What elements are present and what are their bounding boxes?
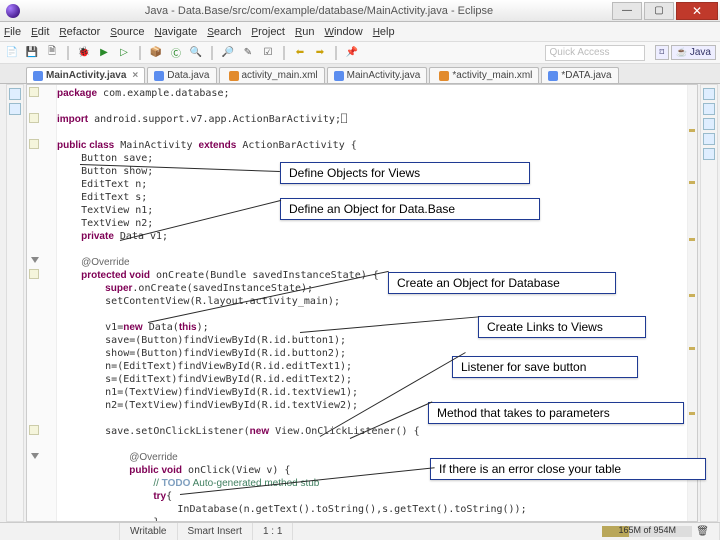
code-editor[interactable]: package com.example.database; import and… bbox=[26, 84, 698, 522]
override-marker-icon bbox=[31, 453, 39, 459]
window-title: Java - Data.Base/src/com/example/databas… bbox=[26, 5, 612, 17]
menu-navigate[interactable]: Navigate bbox=[155, 26, 198, 38]
hierarchy-icon[interactable] bbox=[9, 103, 21, 115]
gc-icon[interactable]: 🗑 bbox=[696, 526, 709, 537]
xml-file-icon bbox=[229, 71, 239, 81]
tab-label: *DATA.java bbox=[561, 70, 611, 81]
menu-bar: File Edit Refactor Source Navigate Search Proj… bbox=[0, 22, 720, 42]
fold-marker-icon[interactable] bbox=[29, 139, 39, 149]
menu-source[interactable]: Source bbox=[110, 26, 144, 38]
pin-icon[interactable]: 📌 bbox=[344, 45, 360, 61]
task-icon[interactable]: ☑ bbox=[260, 45, 276, 61]
main-toolbar: 📄 💾 🗎 🐞 ▶ ▷ 📦 Ⓒ 🔍 🔎 ✎ ☑ ⬅ ➡ 📌 Quick Acce… bbox=[0, 42, 720, 64]
open-perspective-button[interactable]: ⌑ bbox=[655, 45, 670, 60]
annotation-callout: Define Objects for Views bbox=[280, 162, 530, 184]
menu-window[interactable]: Window bbox=[324, 26, 362, 38]
annotation-callout: Define an Object for Data.Base bbox=[280, 198, 540, 220]
java-file-icon bbox=[33, 71, 43, 81]
save-icon[interactable]: 💾 bbox=[24, 45, 40, 61]
tab-label: Data.java bbox=[167, 70, 209, 81]
annotation-callout: Listener for save button bbox=[452, 356, 638, 378]
right-trim bbox=[700, 84, 718, 522]
menu-file[interactable]: File bbox=[4, 26, 21, 38]
java-file-icon bbox=[154, 71, 164, 81]
saveall-icon[interactable]: 🗎 bbox=[44, 45, 60, 61]
editor-tab[interactable]: MainActivity.java × bbox=[26, 67, 145, 83]
xml-file-icon bbox=[439, 71, 449, 81]
heap-status[interactable]: 165M of 954M 🗑 bbox=[592, 523, 720, 540]
status-cursor-pos: 1 : 1 bbox=[253, 523, 293, 540]
outline-icon[interactable] bbox=[703, 88, 715, 100]
close-button[interactable]: ✕ bbox=[676, 2, 718, 20]
status-writable: Writable bbox=[120, 523, 178, 540]
run-icon[interactable]: ▶ bbox=[96, 45, 112, 61]
java-file-icon bbox=[548, 71, 558, 81]
annotation-callout: Create Links to Views bbox=[478, 316, 646, 338]
minimize-button[interactable]: — bbox=[612, 2, 642, 20]
quick-access-input[interactable]: Quick Access bbox=[545, 45, 645, 61]
annotation-callout: Method that takes to parameters bbox=[428, 402, 684, 424]
fold-marker-icon[interactable] bbox=[29, 269, 39, 279]
tasklist-icon[interactable] bbox=[703, 103, 715, 115]
fold-marker-icon[interactable] bbox=[29, 425, 39, 435]
tab-label: *activity_main.xml bbox=[452, 70, 532, 81]
new-package-icon[interactable]: 📦 bbox=[148, 45, 164, 61]
editor-tab[interactable]: *activity_main.xml bbox=[429, 67, 539, 83]
java-file-icon bbox=[334, 71, 344, 81]
maximize-button[interactable]: ▢ bbox=[644, 2, 674, 20]
menu-search[interactable]: Search bbox=[207, 26, 241, 38]
debug-icon[interactable]: 🐞 bbox=[76, 45, 92, 61]
minimize-view-icon[interactable] bbox=[703, 133, 715, 145]
editor-tab[interactable]: MainActivity.java bbox=[327, 67, 428, 83]
overview-ruler bbox=[687, 85, 697, 521]
new-icon[interactable]: 📄 bbox=[4, 45, 20, 61]
tab-label: MainActivity.java bbox=[46, 70, 126, 81]
java-perspective-button[interactable]: ☕ Java bbox=[671, 45, 716, 60]
annotation-callout: If there is an error close your table bbox=[430, 458, 706, 480]
tab-label: activity_main.xml bbox=[242, 70, 318, 81]
back-icon[interactable]: ⬅ bbox=[292, 45, 308, 61]
status-bar: Writable Smart Insert 1 : 1 165M of 954M… bbox=[0, 522, 720, 540]
fold-marker-icon[interactable] bbox=[29, 113, 39, 123]
forward-icon[interactable]: ➡ bbox=[312, 45, 328, 61]
open-type-icon[interactable]: 🔍 bbox=[188, 45, 204, 61]
tab-label: MainActivity.java bbox=[347, 70, 421, 81]
code-text[interactable]: package com.example.database; import and… bbox=[57, 87, 685, 521]
editor-tab[interactable]: activity_main.xml bbox=[219, 67, 325, 83]
editor-ruler bbox=[27, 85, 57, 521]
status-insert-mode: Smart Insert bbox=[178, 523, 253, 540]
fold-marker-icon[interactable] bbox=[29, 87, 39, 97]
run-last-icon[interactable]: ▷ bbox=[116, 45, 132, 61]
menu-project[interactable]: Project bbox=[251, 26, 285, 38]
left-trim bbox=[6, 84, 24, 522]
eclipse-logo-icon bbox=[6, 4, 20, 18]
annotate-icon[interactable]: ✎ bbox=[240, 45, 256, 61]
editor-tabs: MainActivity.java × Data.java activity_main… bbox=[0, 64, 720, 84]
menu-refactor[interactable]: Refactor bbox=[59, 26, 100, 38]
menu-run[interactable]: Run bbox=[295, 26, 314, 38]
restore-view-icon[interactable] bbox=[703, 148, 715, 160]
problems-icon[interactable] bbox=[703, 118, 715, 130]
menu-help[interactable]: Help bbox=[373, 26, 395, 38]
new-class-icon[interactable]: Ⓒ bbox=[168, 45, 184, 61]
title-bar: Java - Data.Base/src/com/example/databas… bbox=[0, 0, 720, 22]
editor-tab[interactable]: *DATA.java bbox=[541, 67, 618, 83]
editor-tab[interactable]: Data.java bbox=[147, 67, 216, 83]
search-icon[interactable]: 🔎 bbox=[220, 45, 236, 61]
close-tab-icon[interactable]: × bbox=[132, 70, 138, 81]
perspective-switcher: ⌑ ☕ Java bbox=[655, 45, 716, 60]
package-explorer-icon[interactable] bbox=[9, 88, 21, 100]
override-marker-icon bbox=[31, 257, 39, 263]
menu-edit[interactable]: Edit bbox=[31, 26, 49, 38]
annotation-callout: Create an Object for Database bbox=[388, 272, 616, 294]
